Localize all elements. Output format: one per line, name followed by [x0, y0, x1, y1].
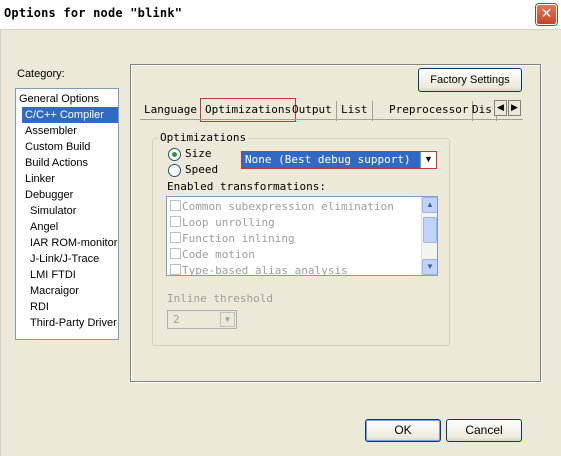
category-item[interactable]: Third-Party Driver: [16, 315, 118, 331]
close-icon: ✕: [540, 6, 553, 22]
transformation-item[interactable]: Type-based alias analysis: [170, 263, 348, 276]
category-item[interactable]: Macraigor: [16, 283, 118, 299]
scroll-thumb[interactable]: [423, 217, 437, 243]
category-item[interactable]: Debugger: [16, 187, 118, 203]
transformation-label: Loop unrolling: [182, 216, 275, 229]
scroll-up-icon[interactable]: ▲: [422, 197, 437, 213]
transformation-label: Common subexpression elimination: [182, 200, 394, 213]
category-item[interactable]: Build Actions: [16, 155, 118, 171]
transformation-item[interactable]: Common subexpression elimination: [170, 199, 394, 215]
tab-output[interactable]: Output: [288, 101, 337, 121]
tab-dis[interactable]: Dis: [468, 101, 497, 121]
cancel-button[interactable]: Cancel: [446, 419, 522, 442]
enabled-transformations-label: Enabled transformations:: [167, 180, 326, 193]
category-item[interactable]: Assembler: [16, 123, 118, 139]
transformations-list[interactable]: ▲ ▼ Common subexpression elimination Loop…: [166, 196, 438, 276]
inline-threshold-value: 2: [173, 313, 180, 326]
arrow-right-icon: ▶: [511, 103, 518, 113]
category-item[interactable]: RDI: [16, 299, 118, 315]
tab-preprocessor[interactable]: Preprocessor: [385, 101, 474, 121]
chevron-down-icon[interactable]: ▼: [420, 152, 436, 168]
checkbox[interactable]: [170, 264, 181, 275]
close-button[interactable]: ✕: [536, 4, 557, 25]
category-label: Category:: [17, 68, 65, 80]
factory-settings-button[interactable]: Factory Settings: [418, 68, 522, 92]
category-item[interactable]: C/C++ Compiler: [22, 107, 118, 123]
tab-divider: [140, 119, 523, 120]
size-radio[interactable]: [168, 148, 181, 161]
optimizations-group-label: Optimizations: [158, 131, 249, 144]
category-item[interactable]: Linker: [16, 171, 118, 187]
transformations-scrollbar[interactable]: ▲ ▼: [421, 197, 437, 275]
category-item[interactable]: Simulator: [16, 203, 118, 219]
category-item[interactable]: Custom Build: [16, 139, 118, 155]
speed-radio[interactable]: [168, 164, 181, 177]
tab-scroll-left-button[interactable]: ◀: [494, 100, 507, 116]
ok-button[interactable]: OK: [365, 419, 441, 442]
category-item[interactable]: J-Link/J-Trace: [16, 251, 118, 267]
checkbox[interactable]: [170, 200, 181, 211]
transformation-label: Function inlining: [182, 232, 295, 245]
optimization-level-value: None (Best debug support): [245, 153, 411, 166]
size-radio-label[interactable]: Size: [185, 147, 212, 160]
transformation-item[interactable]: Loop unrolling: [170, 215, 275, 231]
tab-language[interactable]: Language: [140, 101, 202, 121]
window-title: Options for node "blink": [4, 6, 183, 20]
checkbox[interactable]: [170, 216, 181, 227]
arrow-left-icon: ◀: [497, 103, 504, 113]
checkbox[interactable]: [170, 232, 181, 243]
tab-scroll-right-button[interactable]: ▶: [508, 100, 521, 116]
transformation-label: Type-based alias analysis: [182, 264, 348, 276]
category-item[interactable]: Angel: [16, 219, 118, 235]
title-bar: Options for node "blink" ✕: [0, 0, 561, 30]
chevron-down-icon: ▼: [220, 312, 235, 327]
transformation-item[interactable]: Code motion: [170, 247, 255, 263]
checkbox[interactable]: [170, 248, 181, 259]
optimization-level-select[interactable]: None (Best debug support) ▼: [241, 151, 437, 169]
tab-list[interactable]: List: [337, 101, 373, 121]
category-item[interactable]: General Options: [16, 91, 118, 107]
inline-threshold-label: Inline threshold: [167, 292, 273, 305]
transformation-label: Code motion: [182, 248, 255, 261]
speed-radio-label[interactable]: Speed: [185, 163, 218, 176]
transformation-item[interactable]: Function inlining: [170, 231, 295, 247]
inline-threshold-select: 2 ▼: [167, 310, 237, 329]
category-item[interactable]: LMI FTDI: [16, 267, 118, 283]
category-list[interactable]: General Options C/C++ Compiler Assembler Cu…: [15, 88, 119, 340]
scroll-down-icon[interactable]: ▼: [422, 259, 437, 275]
category-item[interactable]: IAR ROM-monitor: [16, 235, 118, 251]
